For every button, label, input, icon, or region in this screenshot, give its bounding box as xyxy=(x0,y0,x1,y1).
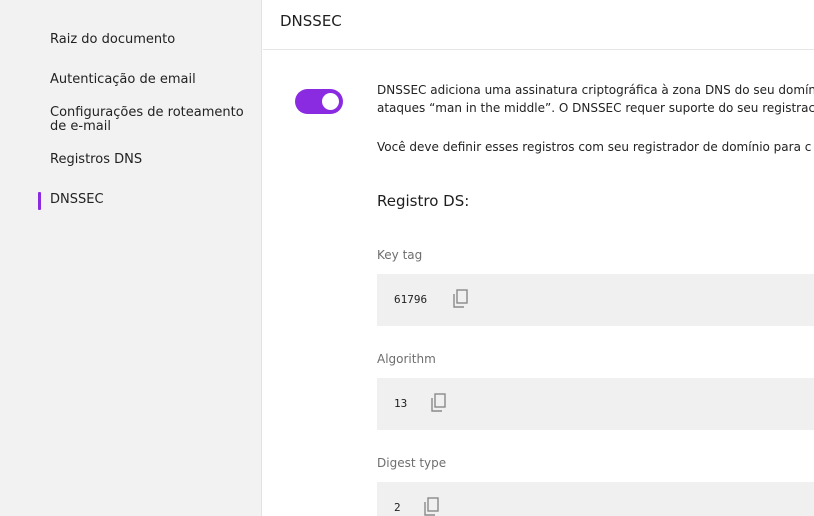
algorithm-value: 13 xyxy=(394,397,408,410)
algorithm-label: Algorithm xyxy=(377,352,436,366)
description-text: DNSSEC adiciona uma assinatura criptográ… xyxy=(377,83,814,97)
key-tag-label: Key tag xyxy=(377,248,423,262)
copy-icon[interactable] xyxy=(451,288,471,310)
sidebar-item-label: Registros DNS xyxy=(50,152,143,167)
registrar-instruction-text: Você deve definir esses registros com se… xyxy=(377,140,812,154)
key-tag-field: 61796 xyxy=(377,274,814,326)
sidebar-item-email-authentication[interactable]: Autenticação de email xyxy=(50,73,250,87)
key-tag-value: 61796 xyxy=(394,293,428,306)
digest-type-label: Digest type xyxy=(377,456,447,470)
sidebar-item-dnssec[interactable]: DNSSEC xyxy=(38,192,250,210)
sidebar-item-document-root[interactable]: Raiz do documento xyxy=(50,33,250,47)
ds-record-title: Registro DS: xyxy=(377,192,470,210)
toggle-knob xyxy=(322,93,339,110)
app-window: Raiz do documento Autenticação de email … xyxy=(0,0,814,516)
sidebar-item-label: Raiz do documento xyxy=(50,32,176,47)
sidebar-item-dns-records[interactable]: Registros DNS xyxy=(50,153,250,167)
description-text: ataques “man in the middle”. O DNSSEC re… xyxy=(377,101,814,115)
digest-type-value: 2 xyxy=(394,501,401,514)
sidebar: Raiz do documento Autenticação de email … xyxy=(0,0,262,516)
sidebar-item-label: DNSSEC xyxy=(50,192,104,207)
dnssec-toggle[interactable] xyxy=(295,89,343,114)
sidebar-item-label-line2: de e-mail xyxy=(50,119,111,134)
copy-icon[interactable] xyxy=(429,392,449,414)
main-content: DNSSEC adiciona uma assinatura criptográ… xyxy=(263,50,814,516)
page-title: DNSSEC xyxy=(280,12,342,30)
sidebar-item-email-routing[interactable]: Configurações de roteamento de e-mail xyxy=(50,106,250,134)
copy-icon[interactable] xyxy=(422,496,442,516)
sidebar-item-label: Autenticação de email xyxy=(50,72,196,87)
sidebar-item-label: Configurações de roteamento xyxy=(50,105,244,120)
digest-type-field: 2 xyxy=(377,482,814,516)
page-header: DNSSEC xyxy=(263,0,814,50)
algorithm-field: 13 xyxy=(377,378,814,430)
